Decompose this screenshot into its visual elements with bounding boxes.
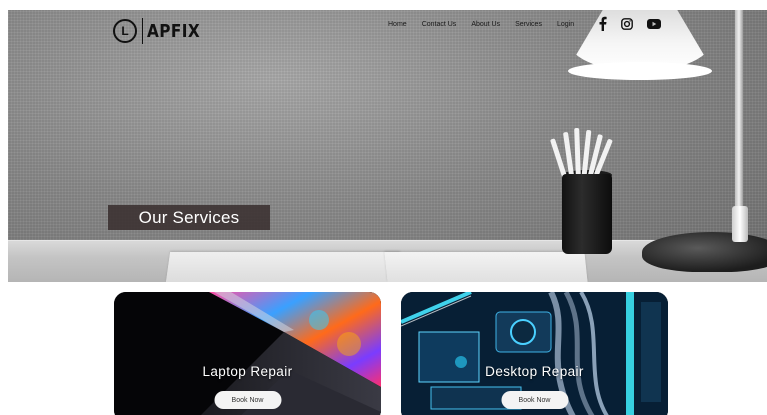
book-now-button[interactable]: Book Now — [501, 391, 568, 409]
lamp-neck — [732, 206, 748, 242]
service-card-desktop[interactable]: Desktop Repair Book Now — [401, 292, 668, 415]
service-card-laptop[interactable]: Laptop Repair Book Now — [114, 292, 381, 415]
lamp-pole — [735, 10, 743, 220]
pencil-cup — [562, 174, 612, 254]
nav-home[interactable]: Home — [388, 21, 407, 28]
logo-mark: L — [113, 19, 137, 43]
social-links — [598, 16, 661, 31]
youtube-icon[interactable] — [647, 18, 661, 29]
book-image — [165, 252, 401, 282]
brand-name: APFIX — [147, 20, 201, 42]
nav-services[interactable]: Services — [515, 21, 542, 28]
lamp-base — [642, 232, 767, 272]
logo-divider — [142, 18, 143, 44]
card-title: Desktop Repair — [485, 364, 584, 379]
logo-letter: L — [121, 24, 129, 38]
main-nav: Home Contact Us About Us Services Login — [388, 21, 574, 28]
nav-about-us[interactable]: About Us — [471, 21, 500, 28]
hero-title-box: Our Services — [108, 205, 270, 230]
page-title: Our Services — [138, 207, 240, 227]
pencil-image — [574, 127, 581, 177]
nav-contact-us[interactable]: Contact Us — [422, 21, 457, 28]
lamp-shade-rim — [568, 62, 712, 80]
facebook-icon[interactable] — [598, 16, 607, 31]
book-image — [384, 252, 588, 282]
nav-login[interactable]: Login — [557, 21, 574, 28]
brand-logo[interactable]: L APFIX — [113, 18, 210, 44]
card-title: Laptop Repair — [202, 364, 293, 379]
book-now-button[interactable]: Book Now — [214, 391, 281, 409]
hero-banner — [8, 10, 767, 282]
instagram-icon[interactable] — [621, 17, 633, 30]
